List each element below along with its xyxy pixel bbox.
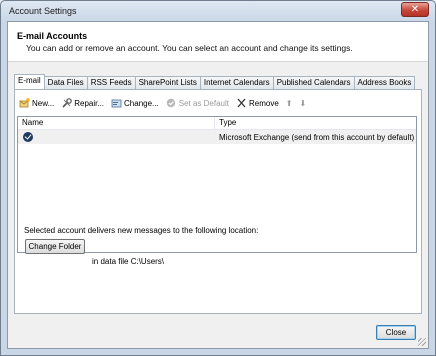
account-name-cell <box>18 132 215 142</box>
change-button-label: Change... <box>124 98 159 108</box>
tab-strip: E-mail Data Files RSS Feeds SharePoint L… <box>14 74 416 89</box>
tab-data-files[interactable]: Data Files <box>44 76 88 89</box>
header-title: E-mail Accounts <box>17 31 88 41</box>
arrow-up-icon: ⬆ <box>285 98 293 108</box>
dialog-header: E-mail Accounts You can add or remove an… <box>8 22 428 62</box>
new-account-icon <box>19 98 30 108</box>
list-header: Name Type <box>18 117 416 130</box>
delivery-location-label: Selected account delivers new messages t… <box>24 226 259 235</box>
repair-button-label: Repair... <box>74 98 105 108</box>
column-header-type[interactable]: Type <box>215 117 416 129</box>
change-button[interactable]: Change... <box>111 98 159 108</box>
account-type: Microsoft Exchange (send from this accou… <box>219 132 415 142</box>
header-description: You can add or remove an account. You ca… <box>26 43 353 53</box>
wrench-icon <box>61 98 73 108</box>
remove-button[interactable]: Remove <box>236 98 279 108</box>
move-up-button[interactable]: ⬆ <box>286 99 293 108</box>
new-button[interactable]: New... <box>19 98 54 108</box>
change-account-icon <box>111 98 122 108</box>
repair-button[interactable]: Repair... <box>61 98 104 108</box>
move-down-button[interactable]: ⬇ <box>299 99 306 108</box>
default-check-icon <box>166 98 177 108</box>
set-as-default-button[interactable]: Set as Default <box>166 98 229 108</box>
tab-sharepoint-lists[interactable]: SharePoint Lists <box>135 76 201 89</box>
dialog-client: E-mail Accounts You can add or remove an… <box>7 21 429 349</box>
email-tab-panel: New... Repair... Change... Set as Defaul… <box>14 89 422 314</box>
column-header-name[interactable]: Name <box>18 117 215 129</box>
resize-grip-icon[interactable] <box>418 338 426 346</box>
set-as-default-label: Set as Default <box>178 98 229 108</box>
tab-internet-calendars[interactable]: Internet Calendars <box>200 76 274 89</box>
account-toolbar: New... Repair... Change... Set as Defaul… <box>19 96 313 110</box>
close-button[interactable]: Close <box>376 325 416 340</box>
data-file-path: in data file C:\Users\ <box>92 257 165 266</box>
tab-rss-feeds[interactable]: RSS Feeds <box>87 76 136 89</box>
title-bar[interactable]: Account Settings ✕ <box>1 1 435 21</box>
remove-x-icon <box>236 98 247 108</box>
default-account-check-icon <box>23 132 33 142</box>
new-button-label: New... <box>32 98 55 108</box>
tab-email[interactable]: E-mail <box>14 74 45 89</box>
arrow-down-icon: ⬇ <box>299 98 307 108</box>
account-row[interactable]: Microsoft Exchange (send from this accou… <box>18 130 416 144</box>
change-folder-button[interactable]: Change Folder <box>25 239 85 254</box>
tab-address-books[interactable]: Address Books <box>354 76 416 89</box>
window-title: Account Settings <box>9 6 77 16</box>
tab-published-calendars[interactable]: Published Calendars <box>273 76 355 89</box>
window-close-button[interactable]: ✕ <box>401 2 429 17</box>
account-settings-window: Account Settings ✕ E-mail Accounts You c… <box>0 0 436 356</box>
remove-button-label: Remove <box>248 98 279 108</box>
